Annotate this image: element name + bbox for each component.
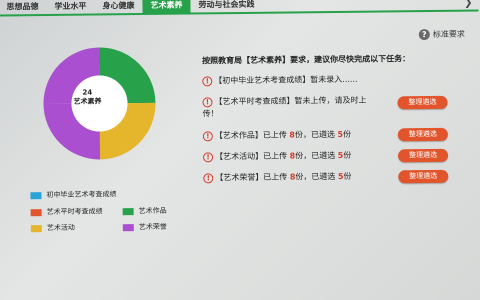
legend-swatch <box>30 224 42 232</box>
legend-label: 艺术平时考查成绩 <box>46 207 103 217</box>
task-mid: 份，已遴选 <box>295 172 336 182</box>
chevron-right-icon[interactable]: ❯ <box>464 0 473 9</box>
task-text: 【初中毕业艺术考查成绩】暂未录入...... <box>214 74 358 86</box>
legend-swatch <box>30 191 42 199</box>
task-mid: 份，已遴选 <box>295 151 336 161</box>
task-suffix: 份 <box>343 150 352 160</box>
criteria-label: 标准要求 <box>432 29 465 39</box>
alert-icon: ! <box>203 151 214 162</box>
legend-item: 艺术活动 <box>30 223 75 233</box>
alert-icon: ! <box>202 75 213 86</box>
task-suffix: 份 <box>343 171 352 181</box>
task-artworks: ! 【艺术作品】已上传 8份，已遴选 5份 <box>202 129 352 143</box>
donut-center-label: 艺术素养 <box>73 97 102 106</box>
legend-swatch <box>30 208 42 216</box>
task-graduation-score: ! 【初中毕业艺术考查成绩】暂未录入...... <box>202 74 358 88</box>
tab-bar: 思想品德 学业水平 身心健康 艺术素养 劳动与社会实践 ❯ <box>0 0 479 17</box>
organize-button-artworks[interactable]: 整理遴选 <box>397 127 448 142</box>
task-prefix: 【艺术活动】已上传 <box>215 151 288 162</box>
task-intro: 按照教育局【艺术素养】要求，建议你尽快完成以下任务： <box>202 54 411 66</box>
tab-academic[interactable]: 学业水平 <box>46 1 94 16</box>
criteria-link[interactable]: ? 标准要求 <box>418 29 465 41</box>
alert-icon: ! <box>202 130 213 141</box>
legend-item: 艺术平时考查成绩 <box>30 206 103 217</box>
task-text: 【艺术平时考查成绩】暂未上传，请及时上 <box>214 95 367 107</box>
task-text-cont: 传！ <box>202 109 219 119</box>
legend-item: 艺术作品 <box>122 206 167 216</box>
task-honors: ! 【艺术荣誉】已上传 8份，已遴选 5份 <box>203 171 352 185</box>
organize-button-activities[interactable]: 整理遴选 <box>398 148 449 163</box>
alert-icon: ! <box>202 96 213 107</box>
legend-label: 初中毕业艺术考查成绩 <box>46 190 117 200</box>
alert-icon: ! <box>203 172 214 183</box>
screen: 思想品德 学业水平 身心健康 艺术素养 劳动与社会实践 ❯ ? 标准要求 24 … <box>0 0 480 300</box>
donut-center: 24 艺术素养 <box>61 88 113 107</box>
organize-button-honors[interactable]: 整理遴选 <box>398 169 449 184</box>
legend-swatch <box>122 223 134 231</box>
task-prefix: 【艺术作品】已上传 <box>214 130 287 141</box>
task-prefix: 【艺术荣誉】已上传 <box>215 172 288 183</box>
legend-item: 艺术荣誉 <box>122 222 167 232</box>
task-mid: 份，已遴选 <box>294 130 336 140</box>
organize-button-regular[interactable]: 整理遴选 <box>397 95 448 110</box>
legend-label: 艺术作品 <box>138 206 167 216</box>
question-icon: ? <box>418 29 430 41</box>
legend-item: 初中毕业艺术考查成绩 <box>30 189 116 200</box>
legend-label: 艺术荣誉 <box>138 222 167 232</box>
tab-arts[interactable]: 艺术素养 <box>142 0 191 15</box>
tab-ideology[interactable]: 思想品德 <box>0 1 47 16</box>
task-regular-score: ! 【艺术平时考查成绩】暂未上传，请及时上 传！ <box>202 94 402 120</box>
tab-health[interactable]: 身心健康 <box>94 0 142 15</box>
tab-labor[interactable]: 劳动与社会实践 <box>190 0 262 14</box>
task-activities: ! 【艺术活动】已上传 8份，已遴选 5份 <box>203 150 351 164</box>
legend-swatch <box>122 207 134 215</box>
task-suffix: 份 <box>343 129 352 139</box>
legend-label: 艺术活动 <box>46 223 75 233</box>
